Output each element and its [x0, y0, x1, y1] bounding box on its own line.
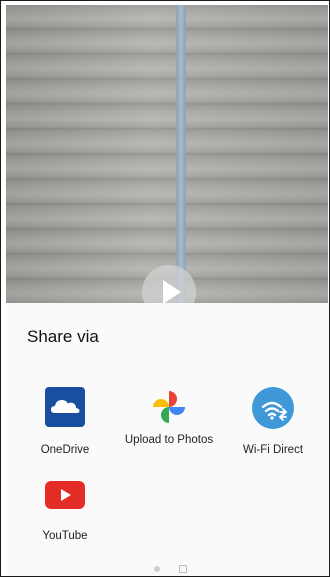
share-sheet-title: Share via — [27, 327, 99, 346]
share-app-label: Wi-Fi Direct — [242, 444, 304, 456]
share-app-google-photos[interactable]: Upload to Photos — [117, 387, 221, 447]
page-indicator — [152, 565, 192, 573]
share-app-label: Upload to Photos — [124, 434, 214, 446]
share-sheet: Share via OneDrive Upload to Photos Wi-F… — [6, 303, 328, 576]
blind-cord — [176, 5, 186, 305]
page-square — [179, 565, 187, 573]
share-app-label: OneDrive — [40, 444, 90, 456]
video-preview[interactable] — [6, 5, 328, 305]
google-photos-icon — [149, 387, 189, 427]
youtube-icon — [45, 481, 85, 509]
share-app-onedrive[interactable]: OneDrive — [13, 387, 117, 457]
share-app-youtube[interactable]: YouTube — [13, 481, 117, 543]
page-dot — [154, 566, 160, 572]
screen: Share via OneDrive Upload to Photos Wi-F… — [0, 0, 330, 577]
share-app-wifi-direct[interactable]: Wi-Fi Direct — [221, 387, 325, 457]
onedrive-icon — [45, 387, 85, 427]
wifi-direct-icon — [252, 387, 294, 429]
share-app-label: YouTube — [42, 530, 88, 542]
